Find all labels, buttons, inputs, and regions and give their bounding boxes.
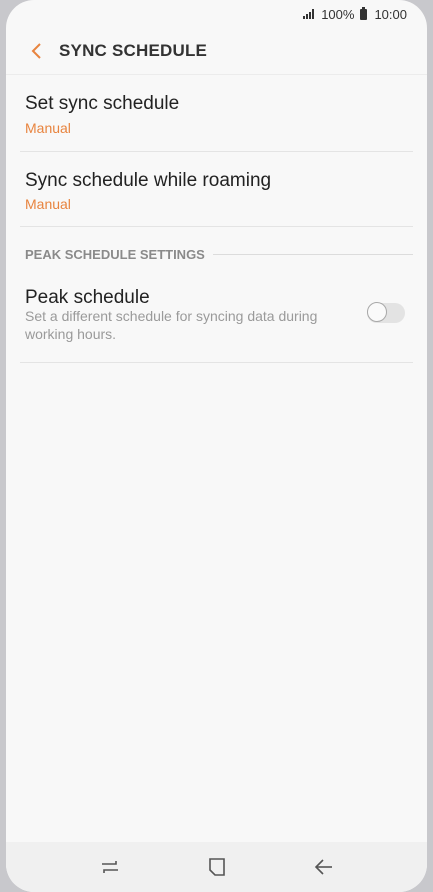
chevron-left-icon	[31, 43, 41, 59]
clock: 10:00	[374, 6, 407, 22]
section-divider	[212, 253, 413, 255]
set-sync-schedule-item[interactable]: Set sync schedule Manual	[20, 76, 413, 152]
battery-percent: 100%	[321, 6, 355, 22]
recent-apps-icon	[101, 861, 118, 873]
peak-schedule-toggle[interactable]	[367, 302, 405, 323]
peak-section-header: PEAK SCHEDULE SETTINGS	[25, 244, 413, 264]
toggle-knob	[367, 302, 387, 322]
signal-icon	[303, 9, 315, 19]
roaming-sync-schedule-title: Sync schedule while roaming	[25, 170, 272, 191]
peak-section-label: PEAK SCHEDULE SETTINGS	[25, 246, 205, 262]
recent-apps-button[interactable]	[90, 847, 130, 887]
roaming-sync-schedule-value: Manual	[25, 196, 71, 212]
set-sync-schedule-title: Set sync schedule	[25, 93, 180, 114]
back-arrow-icon	[314, 859, 332, 875]
back-button[interactable]	[16, 31, 56, 71]
battery-icon	[360, 6, 368, 20]
status-bar: 100% 10:00	[6, 0, 427, 28]
set-sync-schedule-value: Manual	[25, 120, 71, 136]
peak-schedule-title: Peak schedule	[25, 287, 150, 308]
home-icon	[208, 858, 225, 876]
page-title: SYNC SCHEDULE	[59, 41, 208, 60]
peak-schedule-description: Set a different schedule for syncing dat…	[25, 308, 318, 342]
home-button[interactable]	[197, 847, 237, 887]
navigation-bar	[6, 842, 427, 892]
app-bar: SYNC SCHEDULE	[6, 28, 427, 75]
back-nav-button[interactable]	[304, 847, 344, 887]
peak-schedule-item[interactable]: Peak schedule Set a different schedule f…	[20, 272, 413, 363]
roaming-sync-schedule-item[interactable]: Sync schedule while roaming Manual	[20, 152, 413, 227]
phone-screen: 100% 10:00 SYNC SCHEDULE Set sync schedu…	[6, 0, 427, 892]
